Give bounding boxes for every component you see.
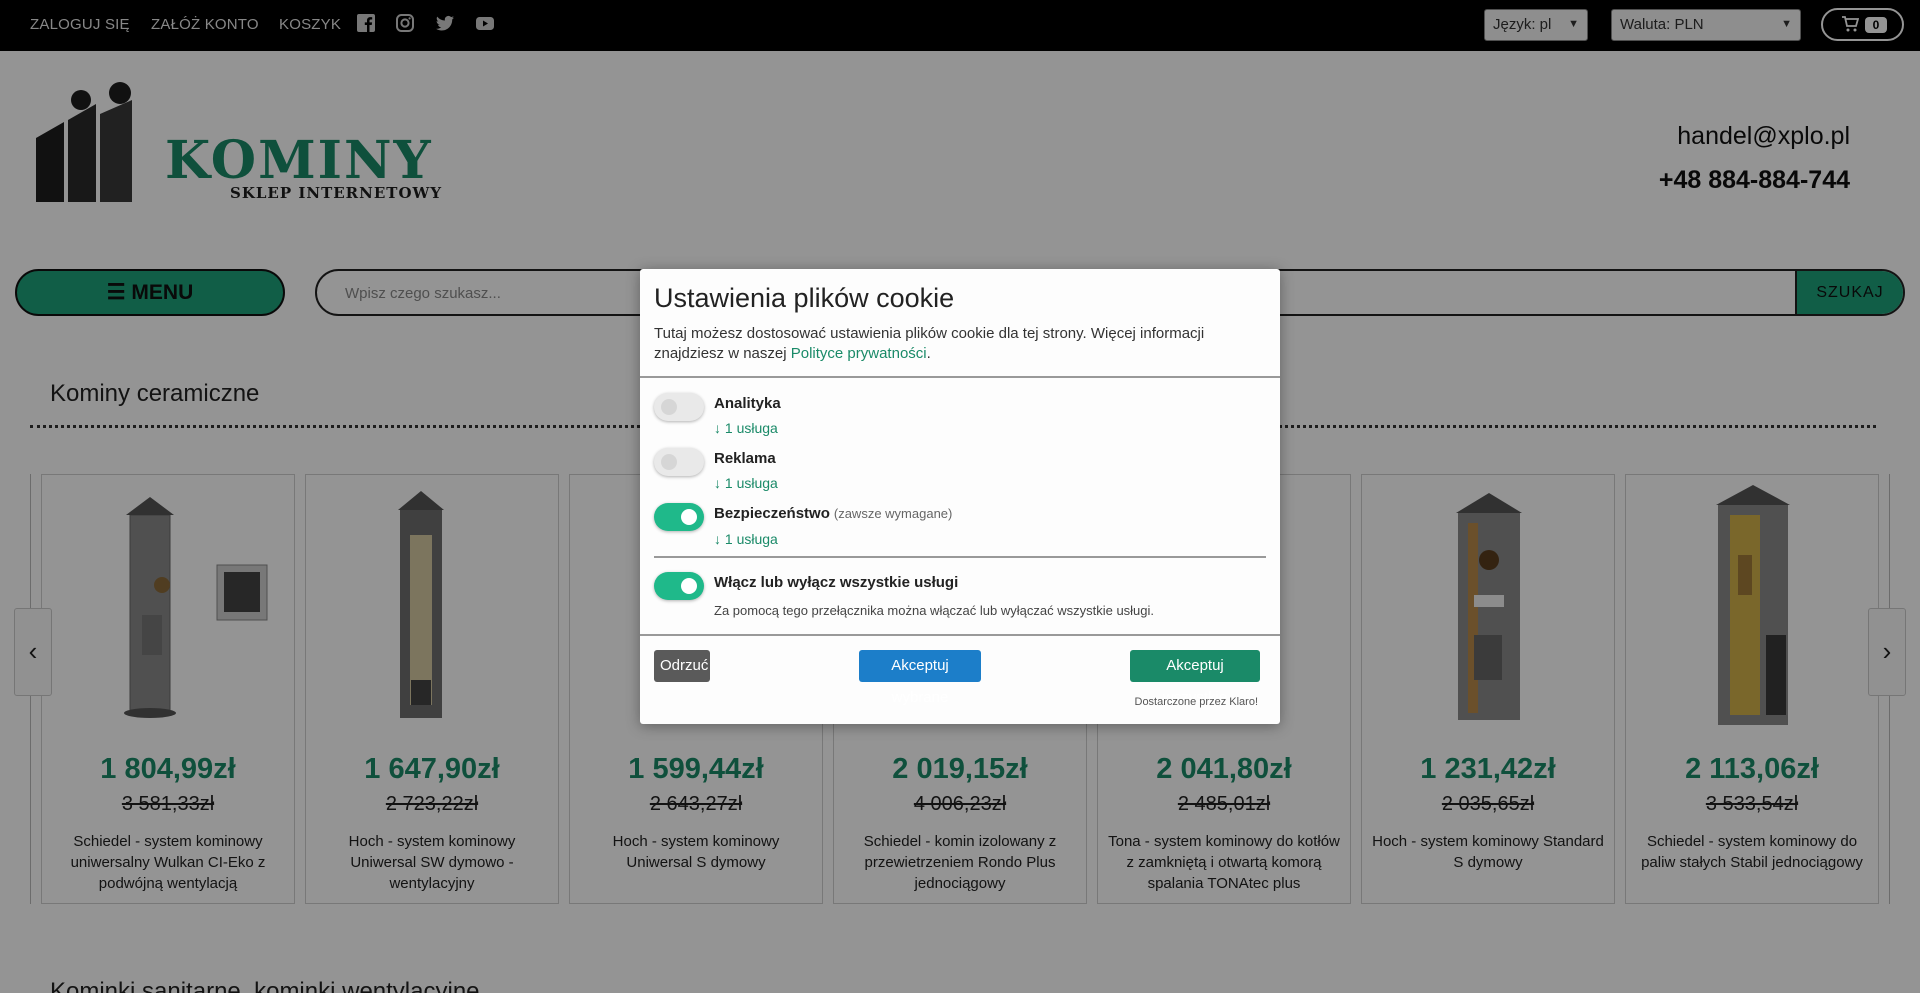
security-services-link[interactable]: ↓ 1 usługa <box>714 531 778 547</box>
modal-title: Ustawienia plików cookie <box>654 283 955 313</box>
modal-footer-divider <box>640 634 1280 636</box>
cookie-settings-modal: Ustawienia plików cookie Tutaj możesz do… <box>640 269 1280 724</box>
powered-by-link[interactable]: Dostarczone przez Klaro! <box>1135 696 1259 708</box>
toggle-all-switch[interactable] <box>654 572 704 600</box>
analytics-services-link[interactable]: ↓ 1 usługa <box>714 420 778 436</box>
analytics-title: Analityka <box>714 395 781 412</box>
advertising-services-link[interactable]: ↓ 1 usługa <box>714 475 778 491</box>
reject-button[interactable]: Odrzuć <box>654 650 710 682</box>
privacy-policy-link[interactable]: Polityce prywatności <box>791 345 927 362</box>
toggle-all-title: Włącz lub wyłącz wszystkie usługi <box>714 574 959 591</box>
services-divider <box>654 556 1266 558</box>
accept-all-button[interactable]: Akceptuj wszystkie <box>1130 650 1260 706</box>
accept-selected-button[interactable]: Akceptuj wybrane <box>859 650 981 706</box>
advertising-title: Reklama <box>714 450 776 467</box>
toggle-all-description: Za pomocą tego przełącznika można włącza… <box>714 603 1155 618</box>
analytics-toggle[interactable] <box>654 393 704 421</box>
security-title: Bezpieczeństwo (zawsze wymagane) <box>714 505 953 522</box>
advertising-toggle[interactable] <box>654 448 704 476</box>
modal-divider <box>640 376 1280 378</box>
required-note: (zawsze wymagane) <box>833 506 953 521</box>
modal-description: Tutaj możesz dostosować ustawienia plikó… <box>654 325 1205 362</box>
security-toggle[interactable] <box>654 503 704 531</box>
